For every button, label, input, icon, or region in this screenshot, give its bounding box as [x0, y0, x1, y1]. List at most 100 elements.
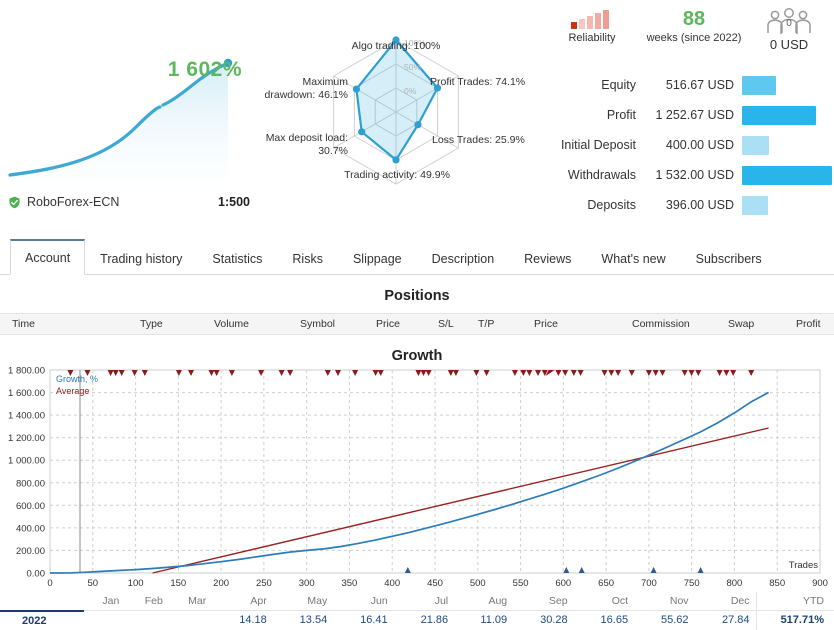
stat-value: 1 532.00 USD	[655, 168, 734, 182]
account-tabs: Account Trading history Statistics Risks…	[0, 236, 834, 275]
svg-text:600: 600	[555, 578, 571, 589]
radar-ring-label-0: 0%	[404, 86, 417, 96]
weeks-badge: 88 weeks (since 2022)	[644, 8, 744, 60]
radar-chart-block: 100% 50% 0%	[252, 0, 540, 232]
svg-text:450: 450	[427, 578, 443, 589]
stat-bar-cell	[742, 190, 834, 220]
svg-text:1 600.00: 1 600.00	[8, 388, 45, 399]
month-value-may: 13.54	[272, 610, 334, 630]
months-col-year	[0, 592, 84, 611]
tab-subscribers[interactable]: Subscribers	[681, 240, 777, 275]
stat-bar	[742, 196, 768, 215]
radar-data-polygon	[355, 38, 439, 162]
positions-col-price-open[interactable]: Price	[376, 318, 400, 330]
months-col-nov: Nov	[634, 592, 695, 611]
positions-col-sl[interactable]: S/L	[438, 318, 454, 330]
svg-text:150: 150	[170, 578, 186, 589]
tab-risks[interactable]: Risks	[277, 240, 338, 275]
month-value-nov: 55.62	[634, 610, 695, 630]
stat-row-profit: Profit 1 252.67 USD	[540, 100, 834, 130]
positions-col-volume[interactable]: Volume	[214, 318, 249, 330]
tab-account[interactable]: Account	[10, 239, 86, 275]
positions-col-swap[interactable]: Swap	[728, 318, 754, 330]
stat-row-withdrawals: Withdrawals 1 532.00 USD	[540, 160, 834, 190]
tab-reviews[interactable]: Reviews	[509, 240, 586, 275]
months-col-jul: Jul	[393, 592, 455, 611]
months-col-jun: Jun	[333, 592, 394, 611]
positions-col-symbol[interactable]: Symbol	[300, 318, 335, 330]
subscribers-count: 0	[786, 18, 792, 29]
broker-name: RoboForex-ECN	[27, 195, 120, 209]
stat-bar-cell	[742, 160, 834, 190]
stat-bar	[742, 166, 833, 185]
svg-text:50: 50	[88, 578, 99, 589]
months-col-oct: Oct	[573, 592, 635, 611]
verified-shield-icon	[9, 196, 20, 208]
stat-row-equity: Equity 516.67 USD	[540, 70, 834, 100]
svg-text:200.00: 200.00	[16, 546, 45, 557]
stat-label: Initial Deposit	[560, 138, 636, 152]
svg-text:1 800.00: 1 800.00	[8, 366, 45, 377]
month-value-jun: 16.41	[333, 610, 394, 630]
growth-percent-value: 1 602%	[167, 58, 242, 81]
positions-col-price-close[interactable]: Price	[534, 318, 558, 330]
months-col-sep: Sep	[513, 592, 574, 611]
positions-col-type[interactable]: Type	[140, 318, 163, 330]
tab-slippage[interactable]: Slippage	[338, 240, 417, 275]
months-col-dec: Dec	[694, 592, 756, 611]
tab-trading-history[interactable]: Trading history	[85, 240, 197, 275]
growth-sparkline-block: 1 602% RoboForex-ECN 1:500	[0, 0, 250, 232]
svg-text:900: 900	[812, 578, 828, 589]
radar-label-max-drawdown: Maximum drawdown: 46.1%	[264, 76, 348, 101]
growth-chart-wrap: 1 800.00 1 600.00 1 400.00 1 200.00 1 00…	[0, 360, 834, 590]
tab-description[interactable]: Description	[417, 240, 510, 275]
positions-col-tp[interactable]: T/P	[478, 318, 494, 330]
months-col-aug: Aug	[454, 592, 514, 611]
svg-text:400: 400	[384, 578, 400, 589]
svg-text:200: 200	[213, 578, 229, 589]
chart-y-tick-labels: 1 800.00 1 600.00 1 400.00 1 200.00 1 00…	[8, 366, 45, 580]
stat-value: 516.67 USD	[665, 78, 734, 92]
svg-text:400.00: 400.00	[16, 523, 45, 534]
svg-text:500: 500	[470, 578, 486, 589]
month-value-oct: 16.65	[573, 610, 635, 630]
tab-whats-new[interactable]: What's new	[586, 240, 680, 275]
svg-text:600.00: 600.00	[16, 501, 45, 512]
subscribers-badge: 0 0 USD	[744, 8, 834, 60]
positions-title: Positions	[384, 288, 450, 304]
people-group-icon: 0	[767, 8, 811, 34]
reliability-label: Reliability	[568, 32, 616, 44]
radar-label-loss-trades: Loss Trades: 25.9%	[432, 134, 525, 146]
stat-row-deposits: Deposits 396.00 USD	[540, 190, 834, 220]
chart-legend-average: Average	[56, 386, 89, 396]
positions-col-time[interactable]: Time	[12, 318, 35, 330]
month-value-feb	[125, 610, 169, 630]
growth-chart: 1 800.00 1 600.00 1 400.00 1 200.00 1 00…	[8, 366, 828, 590]
stat-row-initial-deposit: Initial Deposit 400.00 USD	[540, 130, 834, 160]
stat-label: Profit	[606, 108, 636, 122]
account-summary-panel: 1 602% RoboForex-ECN 1:500 100% 50% 0% A…	[0, 0, 834, 232]
svg-text:1 400.00: 1 400.00	[8, 411, 45, 422]
monthly-returns-table: Jan Feb Mar Apr May Jun Jul Aug Sep Oct …	[0, 592, 834, 630]
stat-bar	[742, 136, 769, 155]
months-col-jan: Jan	[84, 592, 126, 611]
radar-label-profit-trades: Profit Trades: 74.1%	[430, 76, 526, 88]
svg-text:0.00: 0.00	[27, 569, 46, 580]
account-stats-block: Reliability 88 weeks (since 2022) 0 0 US…	[540, 0, 834, 232]
svg-text:850: 850	[769, 578, 785, 589]
account-figures-table: Equity 516.67 USD Profit 1 252.67 USD In…	[540, 70, 834, 220]
subscribers-value: 0 USD	[769, 37, 809, 52]
months-year-label: 2022	[0, 609, 84, 630]
weeks-number: 88	[682, 8, 706, 30]
svg-text:0: 0	[47, 578, 52, 589]
months-col-may: May	[272, 592, 334, 611]
svg-text:100: 100	[128, 578, 144, 589]
tab-statistics[interactable]: Statistics	[197, 240, 277, 275]
positions-col-commission[interactable]: Commission	[632, 318, 690, 330]
month-value-dec: 27.84	[694, 610, 756, 630]
positions-col-profit[interactable]: Profit	[796, 318, 821, 330]
svg-text:650: 650	[598, 578, 614, 589]
stat-bar-cell	[742, 70, 834, 100]
stat-value: 396.00 USD	[665, 198, 734, 212]
stat-label: Equity	[601, 78, 636, 92]
